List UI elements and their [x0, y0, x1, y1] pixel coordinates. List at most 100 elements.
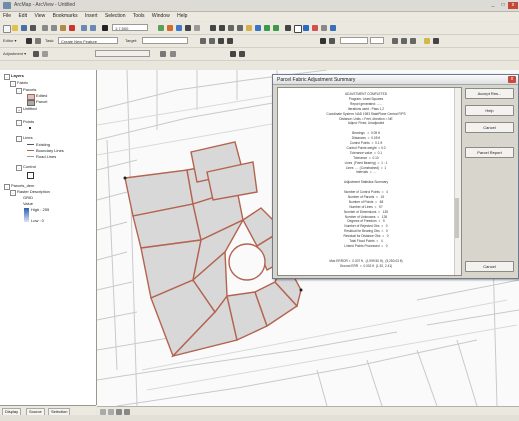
menu-tools[interactable]: Tools: [133, 13, 145, 19]
model-builder-icon[interactable]: [194, 25, 200, 31]
arctoolbox-icon[interactable]: [167, 25, 173, 31]
rotate-tool-icon[interactable]: [209, 38, 215, 44]
expand-parcels-toggle[interactable]: -: [16, 88, 22, 94]
parcel-report-button[interactable]: Parcel Report: [465, 147, 514, 158]
toc-layers[interactable]: Layers: [11, 73, 24, 78]
adjustment-report[interactable]: ADJUSTMENT COMPLETED Program: Least Squar…: [277, 87, 462, 276]
hyperlink-icon[interactable]: [330, 25, 336, 31]
cut-icon[interactable]: [42, 25, 48, 31]
expand-layers-toggle[interactable]: -: [4, 74, 10, 80]
point-symbol-icon: [29, 127, 31, 129]
copy-icon[interactable]: [51, 25, 57, 31]
delete-icon[interactable]: [69, 25, 75, 31]
find-icon[interactable]: [312, 25, 318, 31]
toc-unfitted[interactable]: Unfitted: [23, 106, 37, 111]
select-elements-icon[interactable]: [294, 25, 302, 33]
pan-icon[interactable]: [246, 25, 252, 31]
editor-toolbar-icon[interactable]: [158, 25, 164, 31]
report-scrollbar[interactable]: [454, 88, 461, 275]
menu-window[interactable]: Window: [152, 13, 170, 19]
adjust-settings-icon[interactable]: [170, 51, 176, 57]
draw-tool-icon[interactable]: [320, 38, 326, 44]
fill-color-icon[interactable]: [424, 38, 430, 44]
adjust-options-icon[interactable]: [42, 51, 48, 57]
menu-edit[interactable]: Edit: [18, 13, 27, 19]
dialog-close-button[interactable]: x: [508, 76, 516, 83]
fixed-zoom-in-icon[interactable]: [228, 25, 234, 31]
underline-icon[interactable]: [410, 38, 416, 44]
measure-icon[interactable]: [321, 25, 327, 31]
cancel-button[interactable]: Cancel: [465, 122, 514, 133]
save-icon[interactable]: [21, 25, 27, 31]
font-dropdown[interactable]: [340, 37, 368, 44]
expand-lines-toggle[interactable]: -: [16, 136, 22, 142]
expand-control-toggle[interactable]: -: [16, 165, 22, 171]
adjust-run-icon[interactable]: [33, 51, 39, 57]
identify-icon[interactable]: [303, 25, 309, 31]
menu-selection[interactable]: Selection: [105, 13, 126, 19]
task-dropdown[interactable]: Create New Feature: [58, 37, 118, 44]
attributes-icon[interactable]: [218, 38, 224, 44]
add-data-icon[interactable]: [102, 25, 108, 31]
menu-view[interactable]: View: [34, 13, 45, 19]
adjust-grid-icon[interactable]: [160, 51, 166, 57]
close-dialog-button[interactable]: Cancel: [465, 261, 514, 272]
print-icon[interactable]: [30, 25, 36, 31]
expand-unfitted-toggle[interactable]: +: [16, 107, 22, 113]
split-tool-icon[interactable]: [200, 38, 206, 44]
menu-file[interactable]: File: [3, 13, 11, 19]
toc-control[interactable]: Control: [23, 164, 36, 169]
select-features-icon[interactable]: [285, 25, 291, 31]
parcel-edit-icon[interactable]: [239, 51, 245, 57]
expand-points-toggle[interactable]: -: [16, 120, 22, 126]
help-button[interactable]: Help: [465, 105, 514, 116]
sketch-tool-icon[interactable]: [35, 38, 41, 44]
zoom-in-icon[interactable]: [210, 25, 216, 31]
toc-points[interactable]: Points: [23, 119, 34, 124]
expand-raster-toggle[interactable]: -: [10, 190, 16, 196]
menu-insert[interactable]: Insert: [85, 13, 98, 19]
forward-extent-icon[interactable]: [273, 25, 279, 31]
map-scale-field[interactable]: 1:7,500: [112, 24, 148, 31]
redo-icon[interactable]: [90, 25, 96, 31]
boundary-line-symbol: [27, 150, 34, 151]
sketch-properties-icon[interactable]: [227, 38, 233, 44]
maximize-button[interactable]: □: [498, 2, 508, 9]
target-dropdown[interactable]: [142, 37, 188, 44]
fixed-zoom-out-icon[interactable]: [237, 25, 243, 31]
toc-parcels[interactable]: Parcels: [23, 87, 36, 92]
close-button[interactable]: x: [508, 2, 518, 9]
back-extent-icon[interactable]: [264, 25, 270, 31]
font-size-dropdown[interactable]: [370, 37, 384, 44]
toc-parcels-dem[interactable]: Parcels_dem: [11, 183, 34, 188]
edit-tool-icon[interactable]: [26, 38, 32, 44]
toc-raster-description[interactable]: Raster Description: [17, 189, 50, 194]
zoom-out-icon[interactable]: [219, 25, 225, 31]
catalog-icon[interactable]: [176, 25, 182, 31]
toc-lines[interactable]: Lines: [23, 135, 33, 140]
adjustment-summary-dialog: Parcel Fabric Adjustment Summary x ADJUS…: [272, 74, 519, 279]
menu-bookmarks[interactable]: Bookmarks: [53, 13, 78, 19]
accept-results-button[interactable]: Accept Res...: [465, 88, 514, 99]
expand-fabric-toggle[interactable]: -: [10, 81, 16, 87]
minimize-button[interactable]: _: [488, 2, 498, 9]
toc-fabric[interactable]: Fabric: [17, 80, 28, 85]
command-line-icon[interactable]: [185, 25, 191, 31]
text-tool-icon[interactable]: [329, 38, 335, 44]
report-line: Tolerance value = 0.1: [349, 150, 383, 155]
parcel-tool-icon[interactable]: [230, 51, 236, 57]
full-extent-icon[interactable]: [255, 25, 261, 31]
paste-icon[interactable]: [60, 25, 66, 31]
new-document-icon[interactable]: [3, 25, 11, 33]
adjustment-menu[interactable]: Adjustment ▾: [3, 51, 26, 56]
italic-icon[interactable]: [401, 38, 407, 44]
menu-help[interactable]: Help: [177, 13, 187, 19]
bold-icon[interactable]: [392, 38, 398, 44]
line-color-icon[interactable]: [433, 38, 439, 44]
open-folder-icon[interactable]: [12, 25, 18, 31]
editor-menu[interactable]: Editor ▾: [3, 38, 17, 43]
undo-icon[interactable]: [81, 25, 87, 31]
adjustment-field[interactable]: [95, 50, 150, 57]
report-line: Intervals = ...: [355, 170, 377, 175]
report-scroll-thumb[interactable]: [455, 198, 459, 238]
